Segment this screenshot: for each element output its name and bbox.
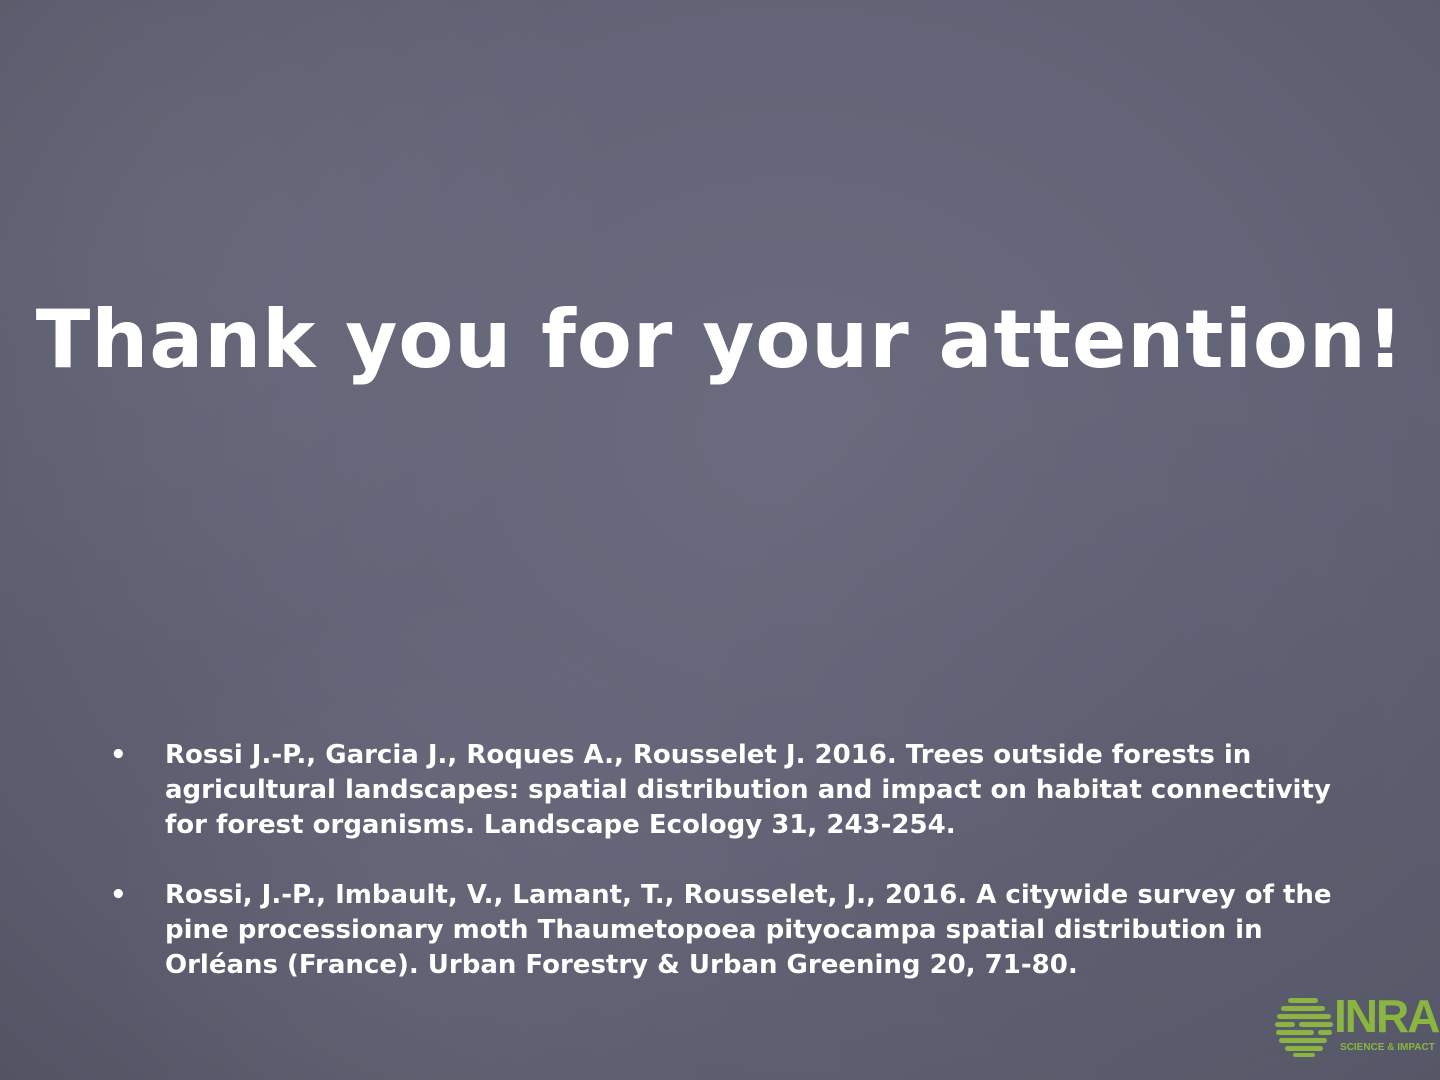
references-list: • Rossi J.-P., Garcia J., Roques A., Rou… [108, 738, 1368, 1018]
inra-globe-icon [1275, 998, 1333, 1057]
slide-title: Thank you for your attention! [35, 293, 1405, 386]
bullet-marker: • [110, 880, 127, 910]
reference-text: Rossi, J.-P., Imbault, V., Lamant, T., R… [165, 880, 1332, 980]
logo-wordmark: INRA [1334, 990, 1440, 1042]
reference-item: • Rossi J.-P., Garcia J., Roques A., Rou… [108, 738, 1368, 843]
inra-logo: INRA SCIENCE & IMPACT [1274, 990, 1440, 1060]
bullet-marker: • [110, 740, 127, 770]
logo-tagline: SCIENCE & IMPACT [1340, 1042, 1435, 1053]
reference-text: Rossi J.-P., Garcia J., Roques A., Rouss… [165, 740, 1331, 840]
reference-item: • Rossi, J.-P., Imbault, V., Lamant, T.,… [108, 878, 1368, 983]
